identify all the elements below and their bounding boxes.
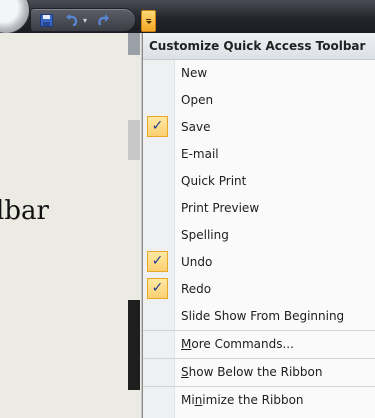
menu-item-slide-show-from-beginning[interactable]: ✓Slide Show From Beginning <box>143 303 375 330</box>
menu-item-label: Spelling <box>181 228 229 242</box>
menu-item-e-mail[interactable]: ✓E-mail <box>143 141 375 168</box>
office-button[interactable] <box>0 0 30 34</box>
save-icon[interactable] <box>39 12 53 28</box>
menu-item-undo[interactable]: ✓ Undo <box>143 249 375 276</box>
title-bar: ▾ <box>0 0 375 34</box>
minimize-ribbon-item[interactable]: Minimize the Ribbon <box>143 386 375 414</box>
customize-dropdown-icon[interactable] <box>141 10 156 32</box>
menu-title: Customize Quick Access Toolbar <box>143 33 375 60</box>
menu-item-label: Print Preview <box>181 201 260 215</box>
background-slide-thumb <box>128 300 140 390</box>
menu-item-quick-print[interactable]: ✓Quick Print <box>143 168 375 195</box>
menu-item-label: Undo <box>181 255 213 269</box>
undo-dropdown-icon[interactable]: ▾ <box>81 12 89 28</box>
background-text: lbar <box>0 196 49 226</box>
background-slide-thumb <box>128 33 140 55</box>
checkmark-icon: ✓ <box>147 278 168 299</box>
menu-item-print-preview[interactable]: ✓Print Preview <box>143 195 375 222</box>
menu-item-redo[interactable]: ✓ Redo <box>143 276 375 303</box>
menu-item-label: E-mail <box>181 147 219 161</box>
menu-item-label: Redo <box>181 282 212 296</box>
menu-item-label: Slide Show From Beginning <box>181 309 345 323</box>
redo-icon[interactable] <box>97 12 111 28</box>
menu-item-new[interactable]: ✓New <box>143 60 375 87</box>
menu-item-open[interactable]: ✓Open <box>143 87 375 114</box>
more-commands-item[interactable]: More Commands... <box>143 330 375 358</box>
menu-item-save[interactable]: ✓ Save <box>143 114 375 141</box>
menu-item-label: Open <box>181 93 214 107</box>
show-below-ribbon-item[interactable]: Show Below the Ribbon <box>143 358 375 386</box>
checkmark-icon: ✓ <box>147 116 168 137</box>
menu-item-spelling[interactable]: ✓Spelling <box>143 222 375 249</box>
undo-icon[interactable] <box>65 12 79 28</box>
menu-item-label: Save <box>181 120 211 134</box>
menu-item-label: Quick Print <box>181 174 247 188</box>
background-slide-thumb <box>128 120 140 160</box>
customize-qat-menu: Customize Quick Access Toolbar ✓New✓Open… <box>142 33 375 418</box>
menu-item-label: New <box>181 66 208 80</box>
checkmark-icon: ✓ <box>147 251 168 272</box>
quick-access-toolbar: ▾ <box>30 8 136 32</box>
